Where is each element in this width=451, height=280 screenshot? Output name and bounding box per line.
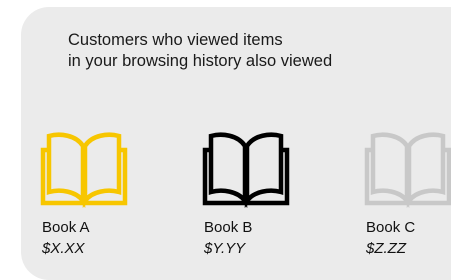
heading-line-1: Customers who viewed items xyxy=(68,31,283,49)
product-price: $Z.ZZ xyxy=(366,240,406,257)
panel-pointer xyxy=(70,268,98,280)
product-title[interactable]: Book B xyxy=(204,219,252,236)
recommendations-heading: Customers who viewed items in your brows… xyxy=(68,30,332,72)
product-title[interactable]: Book A xyxy=(42,219,90,236)
open-book-icon[interactable] xyxy=(40,128,128,208)
product-price: $Y.YY xyxy=(204,240,246,257)
product-price: $X.XX xyxy=(42,240,85,257)
product-title[interactable]: Book C xyxy=(366,219,415,236)
open-book-icon[interactable] xyxy=(202,128,290,208)
heading-line-2: in your browsing history also viewed xyxy=(68,52,333,70)
open-book-icon[interactable] xyxy=(364,128,451,208)
